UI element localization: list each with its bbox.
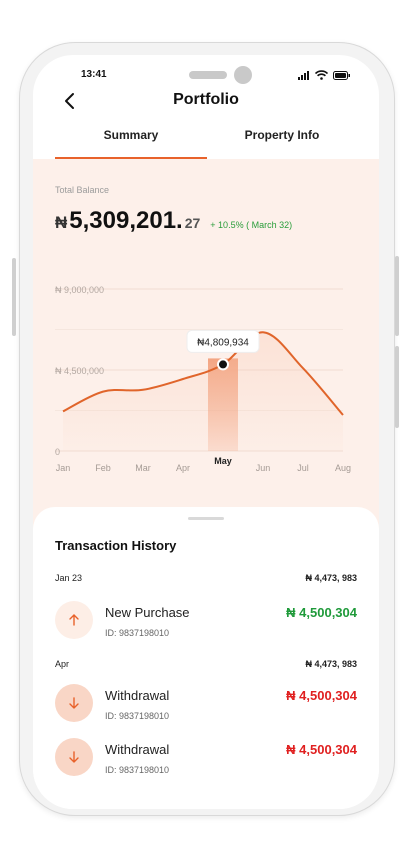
currency-symbol: ₦: [55, 213, 68, 232]
transaction-group-total: ₦ 4,473, 983: [305, 659, 357, 669]
portfolio-summary-card: Total Balance ₦ 5,309,201. 27 + 10.5% ( …: [33, 159, 379, 559]
wifi-icon: [315, 70, 328, 80]
x-tick-label: Feb: [95, 463, 111, 473]
x-tick-label: Mar: [135, 463, 151, 473]
status-time: 13:41: [81, 69, 107, 80]
x-tick-label: Jan: [56, 463, 71, 473]
y-tick-label: ₦ 9,000,000: [55, 285, 104, 295]
signal-icon: [298, 70, 309, 80]
transaction-name: Withdrawal: [105, 742, 170, 757]
arrow-down-icon: [69, 751, 79, 763]
tab-bar: Summary Property Info: [33, 125, 379, 159]
transaction-group-date: Apr: [55, 659, 70, 669]
balance-cents: 27: [184, 215, 201, 231]
transaction-item[interactable]: Withdrawal ID: 9837198010 ₦ 4,500,304: [55, 736, 357, 780]
balance-amount: 5,309,201.: [69, 207, 183, 234]
balance-chart[interactable]: ₦ 9,000,000 ₦ 4,500,000 0 Jan Feb Mar Apr May Ju…: [33, 259, 379, 489]
notch-camera: [234, 66, 252, 84]
total-balance: ₦ 5,309,201. 27 + 10.5% ( March 32): [55, 207, 292, 235]
transaction-direction-badge: [55, 738, 93, 776]
phone-side-button: [395, 346, 399, 428]
transaction-history-sheet: Transaction History Jan 23 ₦ 4,473, 983 …: [33, 507, 379, 809]
x-tick-label: May: [214, 456, 232, 466]
phone-side-button: [395, 256, 399, 336]
tab-summary[interactable]: Summary: [55, 128, 207, 142]
transaction-item[interactable]: Withdrawal ID: 9837198010 ₦ 4,500,304: [55, 682, 357, 726]
x-tick-label: Jun: [256, 463, 271, 473]
transaction-item[interactable]: New Purchase ID: 9837198010 ₦ 4,500,304: [55, 599, 357, 643]
transaction-amount: ₦ 4,500,304: [286, 688, 357, 703]
x-tick-label: Apr: [176, 463, 190, 473]
x-tick-label: Aug: [335, 463, 351, 473]
transaction-history-title: Transaction History: [55, 538, 177, 553]
transaction-id: ID: 9837198010: [105, 765, 170, 775]
notch-speaker: [189, 71, 227, 79]
x-tick-label: Jul: [297, 463, 309, 473]
transaction-amount: ₦ 4,500,304: [286, 605, 357, 620]
transaction-id: ID: 9837198010: [105, 628, 170, 638]
transaction-amount: ₦ 4,500,304: [286, 742, 357, 757]
arrow-down-icon: [69, 697, 79, 709]
battery-icon: [333, 70, 350, 80]
transaction-direction-badge: [55, 601, 93, 639]
sheet-drag-handle[interactable]: [188, 517, 224, 520]
status-bar: 13:41: [33, 66, 379, 85]
tooltip-value: ₦4,809,934: [197, 337, 249, 348]
y-tick-label: ₦ 4,500,000: [55, 366, 104, 376]
list-fade: [33, 795, 379, 809]
transaction-id: ID: 9837198010: [105, 711, 170, 721]
app-header: Portfolio: [33, 89, 379, 119]
transaction-name: Withdrawal: [105, 688, 170, 703]
y-tick-label: 0: [55, 447, 60, 457]
transaction-group-total: ₦ 4,473, 983: [305, 573, 357, 583]
total-balance-label: Total Balance: [55, 185, 110, 195]
status-icons: [298, 70, 351, 80]
transaction-group-date: Jan 23: [55, 573, 83, 583]
tab-property-info[interactable]: Property Info: [207, 128, 357, 142]
highlight-point: [217, 358, 229, 371]
page-title: Portfolio: [173, 91, 239, 108]
balance-change: + 10.5% ( March 32): [210, 220, 293, 230]
phone-side-button: [12, 258, 16, 336]
arrow-up-icon: [69, 614, 79, 626]
transaction-name: New Purchase: [105, 605, 190, 620]
phone-screen: 13:41 Portfolio Summary Property Info To…: [33, 55, 379, 809]
transaction-direction-badge: [55, 684, 93, 722]
